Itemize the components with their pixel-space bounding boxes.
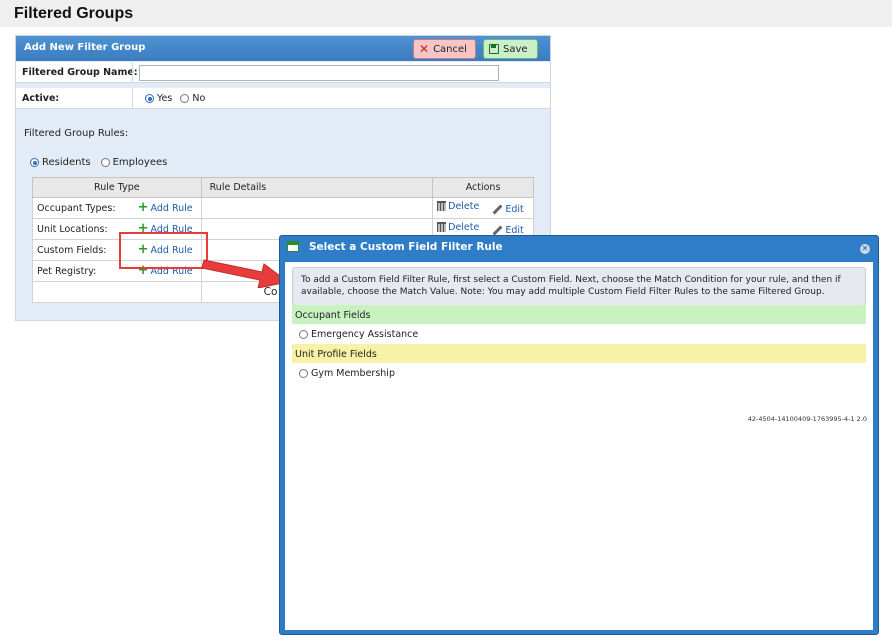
emergency-assistance-label: Emergency Assistance — [311, 329, 419, 340]
residents-label: Residents — [42, 157, 91, 168]
close-icon: ✕ — [419, 42, 430, 56]
dialog-title: Select a Custom Field Filter Rule — [309, 241, 503, 253]
gym-membership-radio[interactable] — [299, 369, 308, 378]
add-rule-label: Add Rule — [150, 202, 193, 214]
cancel-button[interactable]: ✕ Cancel — [413, 39, 476, 59]
active-yes-label: Yes — [157, 93, 173, 104]
actions-cell: Delete Edit — [432, 197, 534, 219]
gym-membership-option[interactable]: Gym Membership — [299, 368, 395, 379]
emergency-assistance-option[interactable]: Emergency Assistance — [299, 329, 418, 340]
page-header: Filtered Groups — [0, 0, 892, 27]
col-actions: Actions — [432, 177, 534, 198]
rule-type-label: Occupant Types: — [37, 202, 116, 214]
dialog-body: To add a Custom Field Filter Rule, first… — [285, 262, 873, 630]
add-rule-link[interactable]: + Add Rule — [137, 200, 193, 215]
panel-header: Add New Filter Group ✕ Cancel Save — [16, 36, 550, 61]
delete-link[interactable]: Delete — [437, 222, 479, 233]
divider — [132, 62, 133, 83]
col-rule-type: Rule Type — [32, 177, 202, 198]
save-button[interactable]: Save — [483, 39, 538, 59]
version-text: 42-4504-14100409-1763995-4-1 2.0 — [747, 415, 867, 423]
pencil-icon — [492, 204, 503, 215]
rule-type-cell: Occupant Types: + Add Rule — [32, 197, 202, 219]
scope-radio-group: Residents Employees — [30, 157, 167, 168]
instructions-box: To add a Custom Field Filter Rule, first… — [292, 267, 866, 306]
custom-field-dialog: Select a Custom Field Filter Rule ✕ To a… — [279, 235, 879, 635]
save-label: Save — [503, 43, 528, 55]
unit-profile-fields-section: Unit Profile Fields — [292, 344, 866, 363]
active-radio-group: Yes No — [145, 93, 205, 104]
trash-icon — [437, 222, 447, 233]
group-name-label: Filtered Group Name: — [22, 67, 138, 78]
page-title: Filtered Groups — [14, 5, 134, 22]
residents-radio[interactable] — [30, 158, 39, 167]
table-row: Occupant Types: + Add Rule Delete Edit — [32, 197, 534, 219]
active-no-radio[interactable] — [180, 94, 190, 103]
group-name-row: Filtered Group Name: — [16, 62, 550, 83]
annotation-highlight-box — [119, 232, 208, 269]
panel-title: Add New Filter Group — [24, 42, 146, 53]
rules-table-header: Rule Type Rule Details Actions — [32, 177, 534, 198]
active-no-label: No — [192, 93, 206, 104]
delete-link[interactable]: Delete — [437, 201, 479, 212]
edit-label: Edit — [505, 204, 524, 216]
edit-link[interactable]: Edit — [492, 204, 524, 216]
cancel-label: Cancel — [433, 43, 467, 55]
rule-type-label: Custom Fields: — [37, 244, 107, 256]
active-yes-radio[interactable] — [145, 94, 154, 103]
save-icon — [489, 44, 499, 54]
emergency-assistance-radio[interactable] — [299, 330, 308, 339]
employees-label: Employees — [112, 157, 168, 168]
group-name-input[interactable] — [139, 65, 499, 81]
close-icon[interactable]: ✕ — [860, 244, 870, 254]
col-rule-details: Rule Details — [200, 177, 434, 198]
form-icon — [287, 241, 299, 252]
plus-icon: + — [137, 200, 149, 215]
trash-icon — [437, 201, 447, 212]
rule-type-label: Unit Locations: — [37, 223, 108, 235]
active-label: Active: — [22, 93, 60, 104]
active-row: Active: Yes No — [16, 88, 550, 109]
occupant-fields-section: Occupant Fields — [292, 305, 866, 324]
footer-cell — [32, 281, 202, 303]
divider — [132, 88, 133, 109]
rule-details-cell — [200, 197, 434, 219]
employees-radio[interactable] — [100, 158, 110, 167]
delete-label: Delete — [448, 200, 480, 212]
delete-label: Delete — [448, 221, 480, 233]
gym-membership-label: Gym Membership — [311, 368, 395, 379]
rule-type-label: Pet Registry: — [37, 265, 97, 277]
rules-heading: Filtered Group Rules: — [24, 128, 129, 139]
